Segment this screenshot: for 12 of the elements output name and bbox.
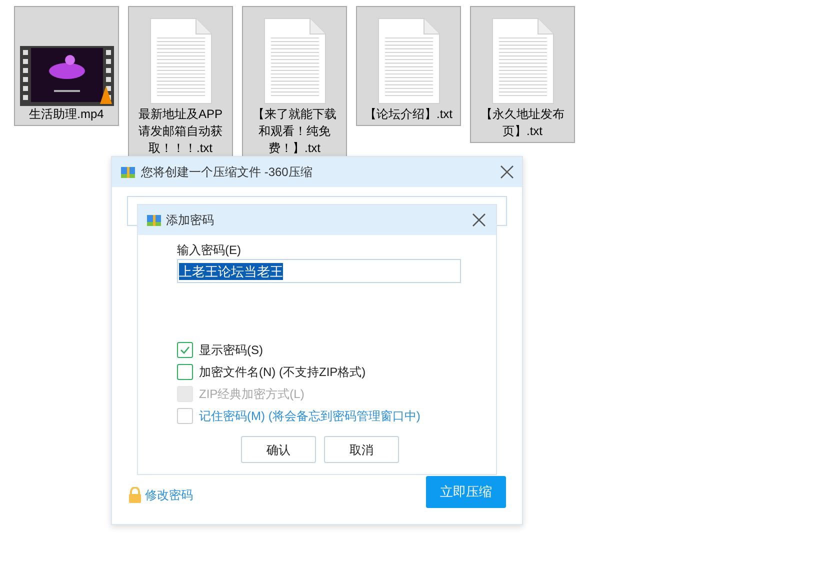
file-name: 最新地址及APP请发邮箱自动获取！！！.txt xyxy=(137,106,224,157)
password-label: 输入密码(E) xyxy=(177,242,242,259)
file-name: 【永久地址发布页】.txt xyxy=(480,106,566,140)
window-title: 添加密码 xyxy=(166,212,215,229)
checkbox-label: 显示密码(S) xyxy=(199,342,263,359)
file-name: 生活助理.mp4 xyxy=(29,106,104,123)
file-name: 【来了就能下载和观看！纯免费！】.txt xyxy=(252,106,338,157)
checkbox-label: 加密文件名(N) (不支持ZIP格式) xyxy=(199,364,366,381)
checkbox-label: ZIP经典加密方式(L) xyxy=(199,386,304,403)
password-value: 上老王论坛当老王 xyxy=(179,262,283,280)
window-title: 您将创建一个压缩文件 -360压缩 xyxy=(141,164,314,181)
file-name: 【论坛介绍】.txt xyxy=(364,106,452,123)
